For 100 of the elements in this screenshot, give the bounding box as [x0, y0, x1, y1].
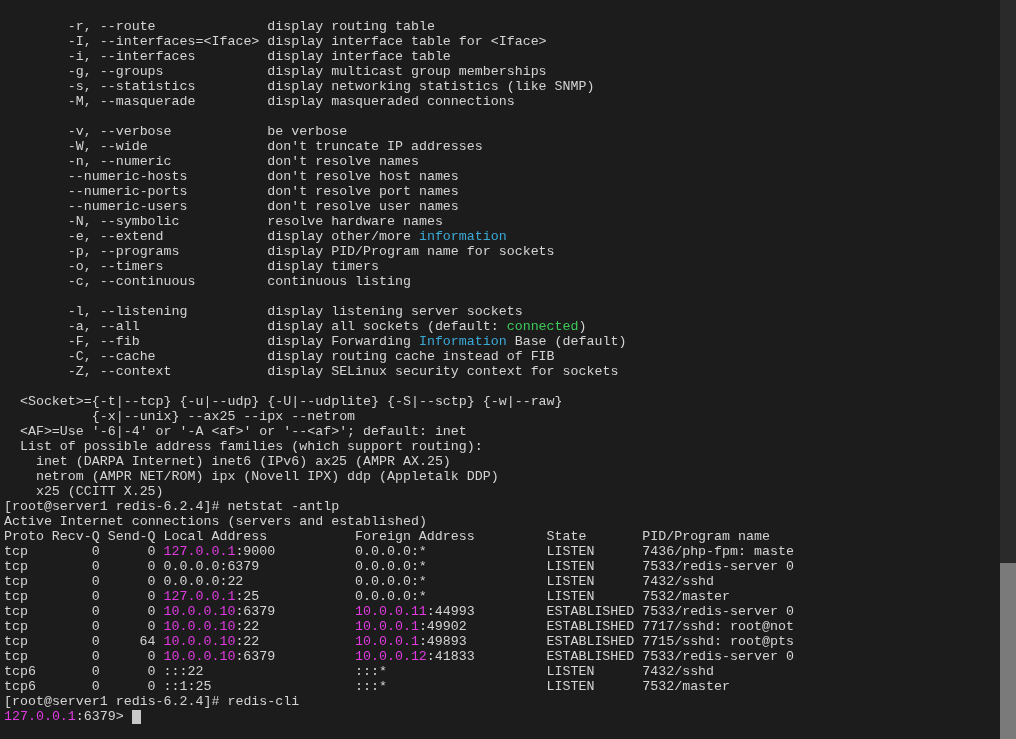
table-cell: 0: [91, 604, 100, 619]
table-cell: 7533/redis-server 0: [642, 649, 794, 664]
table-cell: 64: [139, 634, 156, 649]
table-cell: tcp: [4, 649, 28, 664]
redis-prompt: 127.0.0.1:6379>: [4, 709, 124, 724]
usage-text: inet (DARPA Internet) inet6 (IPv6) ax25 (AMPR AX.25): [35, 454, 451, 469]
option-description: display masqueraded connections: [267, 94, 515, 109]
address-text: 10.0.0.12:41833: [355, 649, 475, 664]
scrollbar-thumb[interactable]: [1000, 563, 1016, 739]
table-cell: 7533/redis-server 0: [642, 559, 794, 574]
address-text: 10.0.0.1:49902: [355, 619, 467, 634]
address-text: 10.0.0.10:6379: [163, 604, 276, 619]
usage-text: x25 (CCITT X.25): [35, 484, 164, 499]
option-description: display interface table: [267, 49, 451, 64]
option-description: display SELinux security context for sockets: [267, 364, 619, 379]
option-text: -I, --interfaces=<Iface>: [67, 34, 260, 49]
table-cell: 0: [91, 619, 100, 634]
table-cell: ESTABLISHED: [546, 649, 635, 664]
column-header: Send-Q: [107, 529, 156, 544]
address-text: 127.0.0.1:9000: [163, 544, 276, 559]
output-title: Active Internet connections (servers and established): [4, 514, 427, 529]
cursor-icon: [131, 709, 141, 724]
table-cell: LISTEN: [546, 664, 595, 679]
column-header: PID/Program name: [642, 529, 770, 544]
option-description: display interface table for <Iface>: [267, 34, 547, 49]
address-text: 0.0.0.0:*: [355, 544, 427, 559]
table-cell: 0: [91, 589, 100, 604]
address-text: 0.0.0.0:22: [163, 574, 244, 589]
usage-text: <Socket>={-t|--tcp} {-u|--udp} {-U|--udplite} {-S|--sctp} {-w|--raw}: [19, 394, 563, 409]
address-text: 10.0.0.10:22: [163, 619, 260, 634]
table-cell: tcp6: [4, 679, 36, 694]
table-cell: 0: [147, 664, 156, 679]
option-text: -i, --interfaces: [67, 49, 196, 64]
table-cell: ESTABLISHED: [546, 604, 635, 619]
column-header: State: [546, 529, 587, 544]
option-description: display multicast group memberships: [267, 64, 547, 79]
table-cell: 7715/sshd: root@pts: [642, 634, 794, 649]
option-text: -e, --extend: [67, 229, 164, 244]
table-cell: 0: [147, 544, 156, 559]
scrollbar[interactable]: [1000, 0, 1016, 739]
table-cell: 0: [147, 619, 156, 634]
option-description: display networking statistics (like SNMP): [267, 79, 595, 94]
address-text: 0.0.0.0:*: [355, 559, 427, 574]
command-line: [root@server1 redis-6.2.4]# redis-cli: [4, 694, 300, 709]
option-description: don't resolve host names: [267, 169, 459, 184]
option-description: don't resolve names: [267, 154, 419, 169]
table-cell: tcp: [4, 604, 28, 619]
usage-text: {-x|--unix} --ax25 --ipx --netrom: [91, 409, 356, 424]
table-cell: tcp: [4, 634, 28, 649]
address-text: :::*: [355, 679, 387, 694]
table-cell: 7532/master: [642, 589, 731, 604]
command-line: [root@server1 redis-6.2.4]# netstat -antlp: [4, 499, 340, 514]
option-text: -N, --symbolic: [67, 214, 180, 229]
table-cell: 0: [91, 544, 100, 559]
option-text: --numeric-ports: [67, 184, 188, 199]
option-description: display routing table: [267, 19, 435, 34]
table-cell: 0: [147, 589, 156, 604]
column-header: Local Address: [163, 529, 268, 544]
usage-text: <AF>=Use '-6|-4' or '-A <af>' or '--<af>'; default: inet: [19, 424, 467, 439]
address-text: 0.0.0.0:*: [355, 574, 427, 589]
option-description: resolve hardware names: [267, 214, 443, 229]
table-cell: LISTEN: [546, 574, 595, 589]
option-text: -F, --fib: [67, 334, 140, 349]
table-cell: tcp: [4, 619, 28, 634]
table-cell: LISTEN: [546, 544, 595, 559]
table-cell: 0: [91, 679, 100, 694]
address-text: ::1:25: [163, 679, 212, 694]
address-text: :::*: [355, 664, 387, 679]
table-cell: tcp: [4, 574, 28, 589]
column-header: Recv-Q: [51, 529, 100, 544]
table-cell: LISTEN: [546, 589, 595, 604]
option-description: don't resolve user names: [267, 199, 459, 214]
option-text: -W, --wide: [67, 139, 148, 154]
option-text: --numeric-users: [67, 199, 188, 214]
column-header: Proto: [4, 529, 44, 544]
option-description: display other/more information: [267, 229, 507, 244]
table-cell: tcp: [4, 559, 28, 574]
address-text: 10.0.0.11:44993: [355, 604, 475, 619]
table-cell: 0: [147, 679, 156, 694]
table-cell: 7532/master: [642, 679, 731, 694]
table-cell: 0: [147, 559, 156, 574]
option-text: -a, --all: [67, 319, 140, 334]
table-cell: 0: [91, 664, 100, 679]
table-cell: tcp: [4, 544, 28, 559]
table-cell: 0: [91, 559, 100, 574]
option-text: --numeric-hosts: [67, 169, 188, 184]
option-description: don't truncate IP addresses: [267, 139, 483, 154]
table-cell: 7533/redis-server 0: [642, 604, 794, 619]
option-description: display routing cache instead of FIB: [267, 349, 555, 364]
option-text: -v, --verbose: [67, 124, 172, 139]
option-text: -r, --route: [67, 19, 156, 34]
table-cell: 7432/sshd: [642, 664, 715, 679]
usage-text: netrom (AMPR NET/ROM) ipx (Novell IPX) ddp (Appletalk DDP): [35, 469, 499, 484]
table-cell: 7432/sshd: [642, 574, 715, 589]
option-description: display listening server sockets: [267, 304, 523, 319]
address-text: 0.0.0.0:*: [355, 589, 427, 604]
table-cell: 0: [91, 649, 100, 664]
option-description: display timers: [267, 259, 380, 274]
option-text: -g, --groups: [67, 64, 164, 79]
table-cell: LISTEN: [546, 559, 595, 574]
